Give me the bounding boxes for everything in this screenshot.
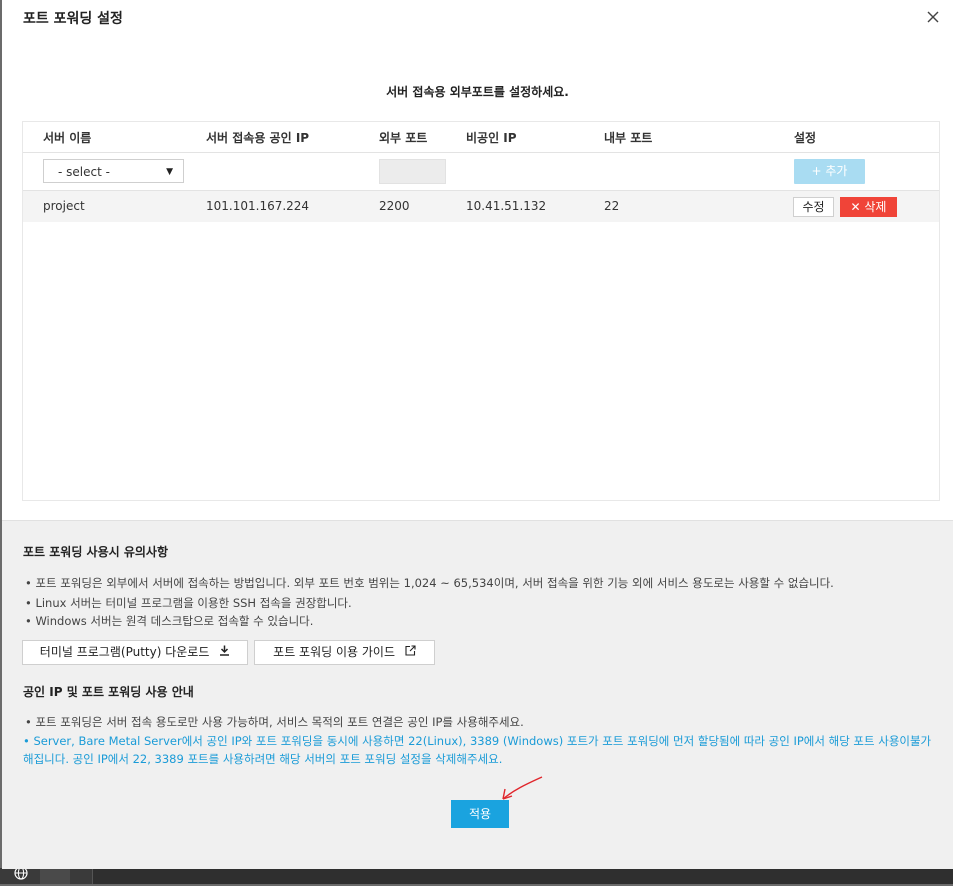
caret-down-icon: ▼ (166, 167, 173, 177)
background-segment (92, 868, 953, 884)
add-button[interactable]: + 추가 (794, 159, 865, 184)
notes-title: 포트 포워딩 사용시 유의사항 (23, 545, 169, 559)
notes-item: • Windows 서버는 원격 데스크탑으로 접속할 수 있습니다. (25, 614, 314, 628)
header-external-port: 외부 포트 (379, 131, 428, 145)
cell-private-ip: 10.41.51.132 (466, 199, 547, 213)
cell-external-port: 2200 (379, 199, 410, 213)
header-private-ip: 비공인 IP (466, 131, 517, 145)
cell-server-name: project (43, 199, 85, 213)
server-select-value: - select - (58, 165, 110, 179)
server-select[interactable]: - select - ▼ (43, 159, 184, 183)
delete-button[interactable]: ✕ 삭제 (840, 197, 897, 217)
plus-icon: + (811, 164, 822, 178)
add-button-label: 추가 (825, 164, 848, 178)
port-forwarding-modal: 포트 포워딩 설정 서버 접속용 외부포트를 설정하세요. 서버 이름 서버 접… (2, 0, 953, 869)
external-link-icon (405, 641, 416, 664)
cell-public-ip: 101.101.167.224 (206, 199, 310, 213)
annotation-arrow-icon (502, 776, 543, 800)
port-forwarding-table: 서버 이름 서버 접속용 공인 IP 외부 포트 비공인 IP 내부 포트 설정… (22, 121, 940, 501)
background-segment (40, 868, 70, 884)
header-public-ip: 서버 접속용 공인 IP (206, 131, 310, 145)
notes-section: 포트 포워딩 사용시 유의사항 • 포트 포워딩은 외부에서 서버에 접속하는 … (2, 520, 953, 869)
close-icon[interactable] (925, 10, 941, 26)
public-ip-guide-item: • 포트 포워딩은 서버 접속 용도로만 사용 가능하며, 서비스 목적의 포트… (25, 715, 524, 729)
guide-label: 포트 포워딩 이용 가이드 (273, 645, 396, 659)
putty-download-label: 터미널 프로그램(Putty) 다운로드 (39, 645, 210, 659)
public-ip-guide-title: 공인 IP 및 포트 포워딩 사용 안내 (23, 685, 194, 699)
table-header: 서버 이름 서버 접속용 공인 IP 외부 포트 비공인 IP 내부 포트 설정 (23, 122, 939, 153)
cell-internal-port: 22 (604, 199, 620, 213)
header-internal-port: 내부 포트 (604, 131, 653, 145)
modal-subtitle: 서버 접속용 외부포트를 설정하세요. (386, 85, 569, 99)
notes-item: • 포트 포워딩은 외부에서 서버에 접속하는 방법입니다. 외부 포트 번호 … (25, 576, 834, 590)
table-input-row: - select - ▼ + 추가 (23, 153, 939, 191)
notes-item: • Linux 서버는 터미널 프로그램을 이용한 SSH 접속을 권장합니다. (25, 596, 352, 610)
port-forwarding-guide-button[interactable]: 포트 포워딩 이용 가이드 (254, 640, 435, 665)
table-row: project 101.101.167.224 2200 10.41.51.13… (23, 191, 939, 222)
modal-header: 포트 포워딩 설정 (2, 0, 953, 40)
external-port-input[interactable] (379, 159, 446, 184)
public-ip-guide-warning: • Server, Bare Metal Server에서 공인 IP와 포트 … (23, 734, 932, 766)
putty-download-button[interactable]: 터미널 프로그램(Putty) 다운로드 (22, 640, 248, 665)
header-settings: 설정 (794, 131, 817, 145)
background-taskbar (0, 868, 953, 884)
apply-button[interactable]: 적용 (451, 800, 509, 828)
header-server-name: 서버 이름 (43, 131, 92, 145)
delete-button-label: 삭제 (864, 200, 887, 214)
modal-title: 포트 포워딩 설정 (23, 11, 123, 27)
edit-button[interactable]: 수정 (793, 197, 834, 217)
download-icon (219, 641, 230, 664)
close-icon: ✕ (850, 200, 861, 214)
